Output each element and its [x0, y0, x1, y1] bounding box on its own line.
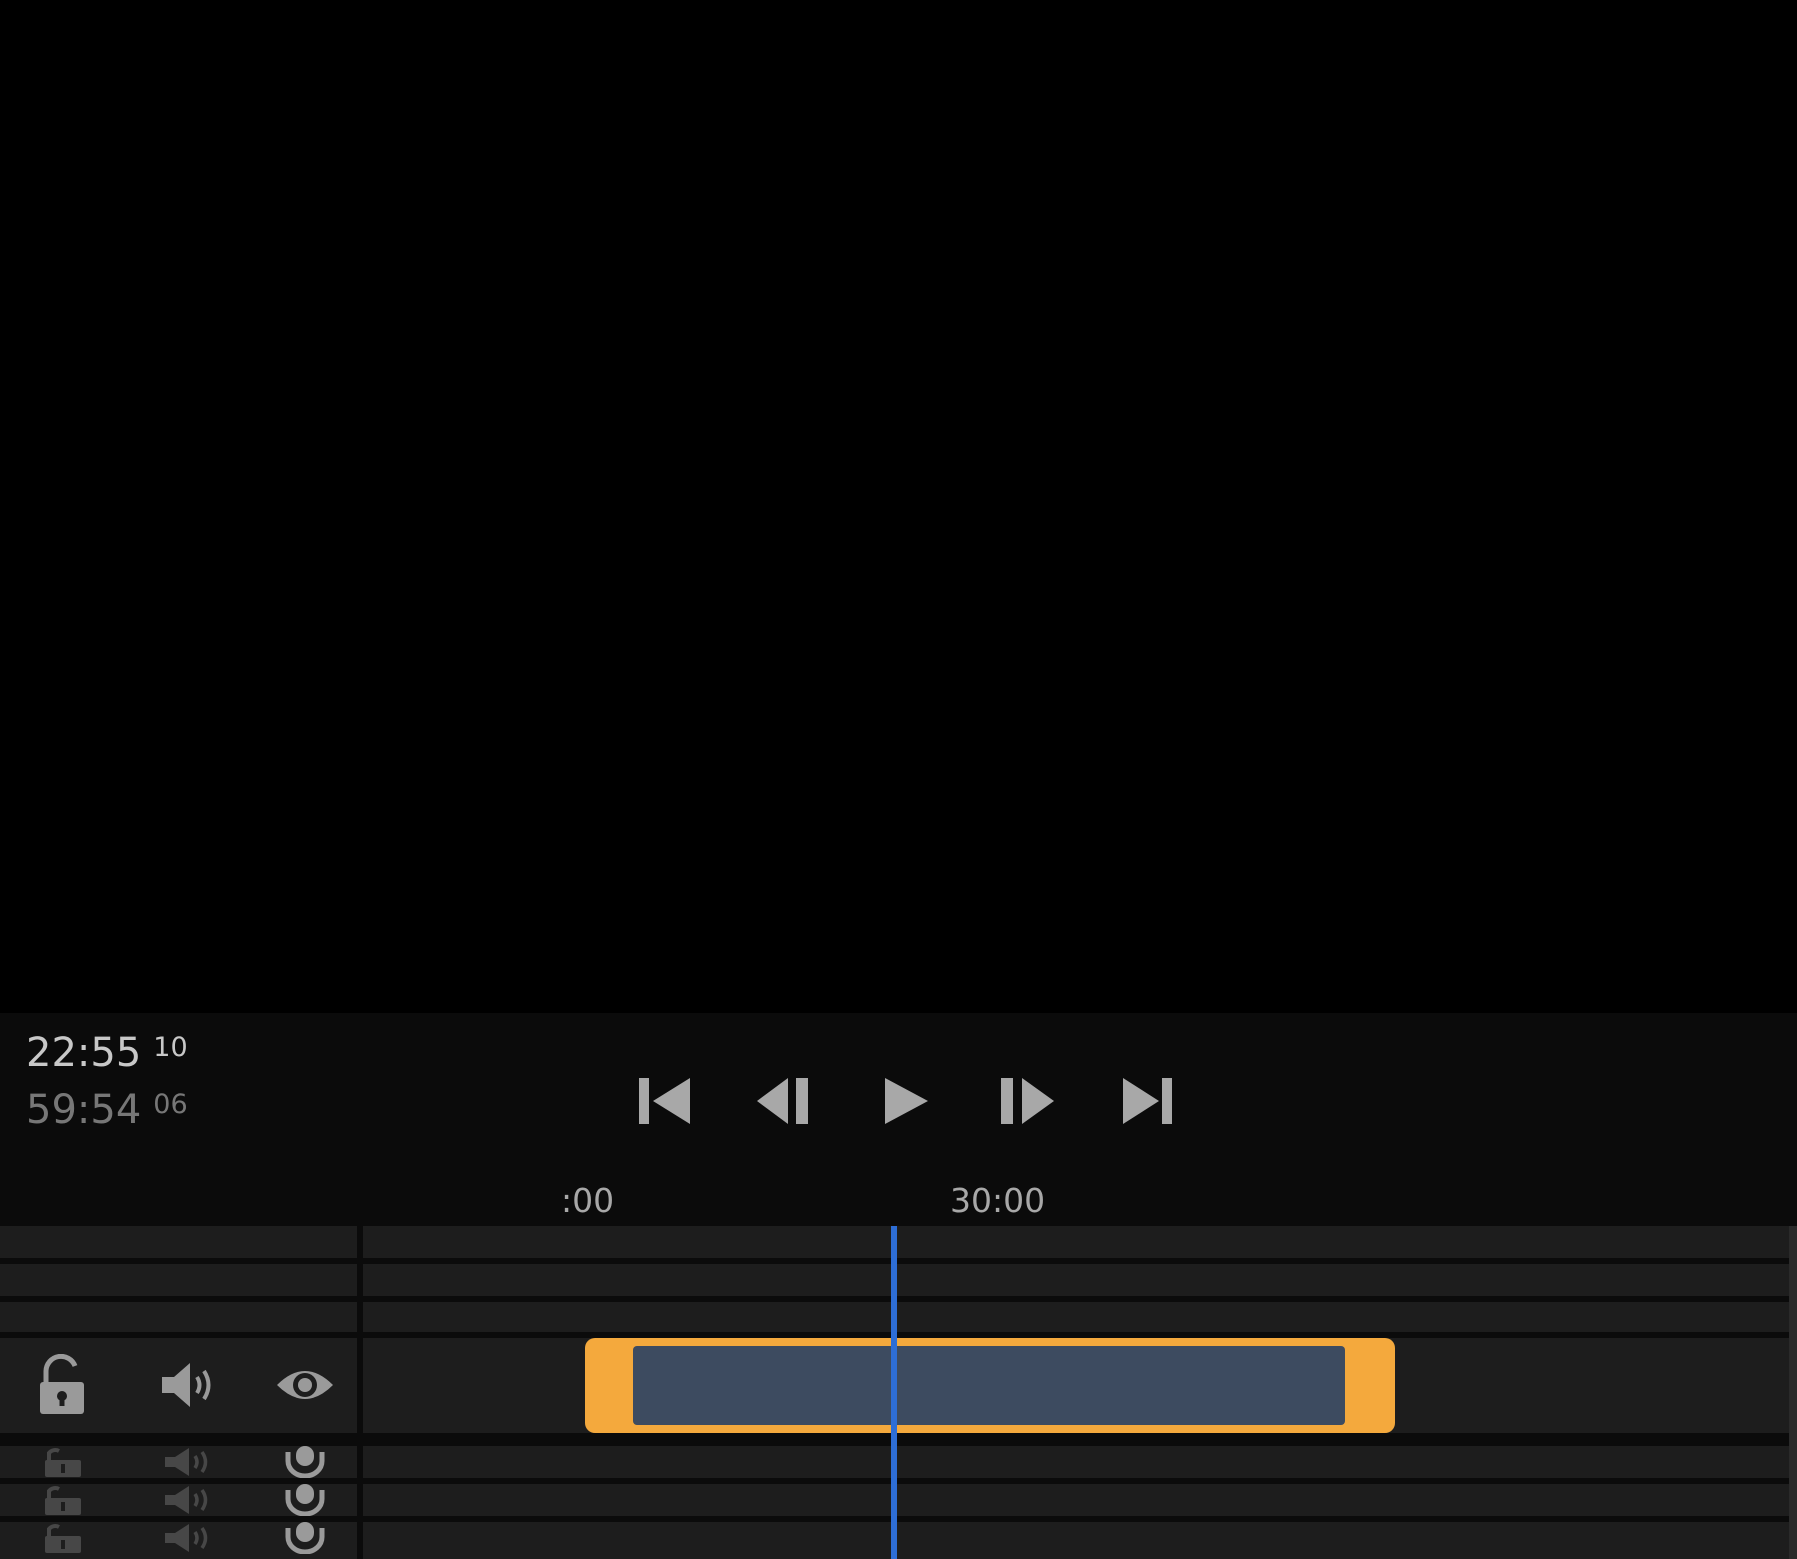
audio-track-lock-button[interactable]: [38, 1522, 88, 1554]
skip-end-icon: [1123, 1078, 1172, 1124]
eye-icon: [277, 1371, 333, 1399]
audio-track-volume-button[interactable]: [160, 1522, 216, 1554]
audio-track-lock-button[interactable]: [38, 1446, 88, 1478]
track-lane[interactable]: [363, 1264, 1790, 1296]
unlock-icon: [45, 1524, 81, 1553]
transport-bar: 22:55 10 59:54 06: [0, 1013, 1797, 1159]
skip-to-start-button[interactable]: [624, 1061, 704, 1141]
track-header[interactable]: [0, 1264, 357, 1296]
volume-icon: [165, 1524, 208, 1552]
video-clip[interactable]: [585, 1338, 1395, 1433]
unlock-icon: [40, 1354, 84, 1414]
track-visibility-button[interactable]: [272, 1352, 338, 1418]
playhead[interactable]: [891, 1226, 897, 1559]
ruler-label-start: :00: [561, 1181, 615, 1220]
step-back-icon: [757, 1078, 808, 1124]
audio-track-record-button[interactable]: [280, 1522, 330, 1554]
audio-track-lane[interactable]: [363, 1446, 1790, 1478]
current-time: 22:55: [26, 1030, 142, 1076]
skip-start-icon: [639, 1078, 690, 1124]
volume-icon: [165, 1486, 208, 1514]
track-lock-button[interactable]: [32, 1352, 94, 1418]
volume-icon: [165, 1448, 208, 1476]
audio-track-lane[interactable]: [363, 1484, 1790, 1516]
unlock-icon: [45, 1486, 81, 1515]
microphone-icon: [285, 1522, 325, 1554]
audio-track-header: [0, 1446, 357, 1478]
ruler-label-30min: 30:00: [950, 1181, 1046, 1220]
volume-icon: [162, 1363, 211, 1407]
track-audio-button[interactable]: [156, 1352, 220, 1418]
unlock-icon: [45, 1448, 81, 1477]
microphone-icon: [285, 1484, 325, 1516]
audio-track-lane[interactable]: [363, 1522, 1790, 1559]
step-back-button[interactable]: [745, 1061, 825, 1141]
track-lane[interactable]: [363, 1226, 1790, 1258]
track-header[interactable]: [0, 1226, 357, 1258]
step-forward-icon: [1001, 1078, 1054, 1124]
play-icon: [885, 1078, 928, 1124]
audio-track-volume-button[interactable]: [160, 1446, 216, 1478]
skip-to-end-button[interactable]: [1107, 1061, 1187, 1141]
play-button[interactable]: [866, 1061, 946, 1141]
audio-track-header: [0, 1484, 357, 1516]
audio-track-record-button[interactable]: [280, 1484, 330, 1516]
microphone-icon: [285, 1446, 325, 1478]
step-forward-button[interactable]: [986, 1061, 1066, 1141]
video-clip-body[interactable]: [633, 1346, 1345, 1425]
audio-track-lock-button[interactable]: [38, 1484, 88, 1516]
audio-track-header: [0, 1522, 357, 1559]
duration-time: 59:54: [26, 1087, 142, 1133]
video-track-header: [0, 1338, 357, 1433]
video-viewer: [0, 0, 1797, 1013]
duration-timecode: 59:54 06: [26, 1090, 188, 1130]
duration-frames: 06: [153, 1089, 188, 1120]
current-frames: 10: [153, 1032, 188, 1063]
audio-track-volume-button[interactable]: [160, 1484, 216, 1516]
audio-track-record-button[interactable]: [280, 1446, 330, 1478]
timeline-scrollbar[interactable]: [1789, 1226, 1797, 1559]
track-header[interactable]: [0, 1302, 357, 1332]
track-lane[interactable]: [363, 1302, 1790, 1332]
current-timecode: 22:55 10: [26, 1033, 188, 1073]
